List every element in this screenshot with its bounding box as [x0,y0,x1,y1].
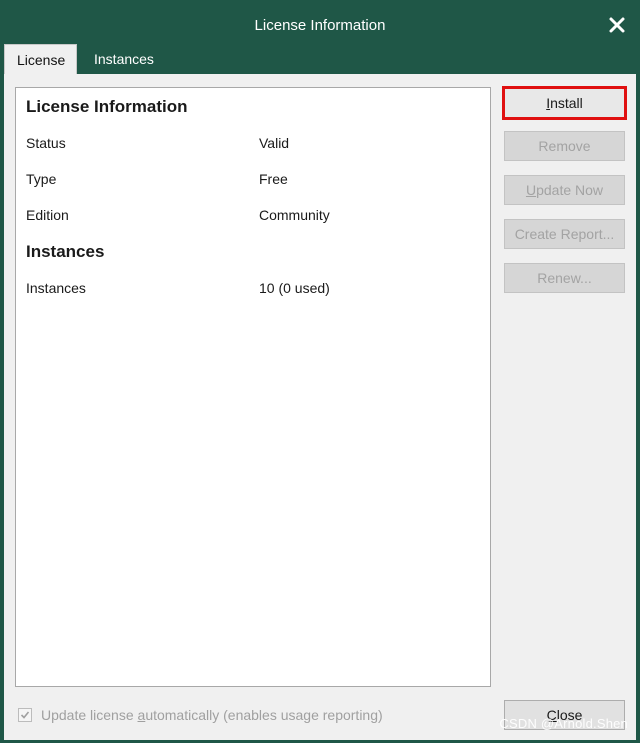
auto-update-checkbox[interactable] [18,708,32,722]
type-value: Free [259,171,288,187]
auto-update-option[interactable]: Update license automatically (enables us… [18,706,383,724]
watermark-text: CSDN @Arnold.Shen [499,716,628,731]
renew-button[interactable]: Renew... [504,263,625,293]
status-label: Status [26,135,66,151]
close-icon[interactable] [606,14,628,36]
update-now-button[interactable]: Update Now [504,175,625,205]
tab-instances[interactable]: Instances [82,44,166,74]
instances-heading: Instances [26,242,105,261]
create-report-button[interactable]: Create Report... [504,219,625,249]
license-info-panel: License Information Status Valid Type Fr… [15,87,491,687]
title-bar: License Information [0,0,640,46]
auto-update-label: Update license automatically (enables us… [41,707,383,723]
dialog-body: License Information Status Valid Type Fr… [4,74,636,740]
update-now-accesskey: U [525,182,537,198]
checkmark-icon [20,711,30,719]
status-value: Valid [259,135,290,151]
instances-label: Instances [26,280,86,296]
tab-license[interactable]: License [4,44,77,75]
tab-strip: License Instances [0,44,640,75]
install-button[interactable]: Install [502,86,627,120]
instances-value: 10 (0 used) [259,280,330,296]
edition-label: Edition [26,207,69,223]
window-title: License Information [254,17,386,34]
license-information-heading: License Information [26,97,188,116]
edition-value: Community [259,207,330,223]
type-label: Type [26,171,57,187]
remove-button[interactable]: Remove [504,131,625,161]
